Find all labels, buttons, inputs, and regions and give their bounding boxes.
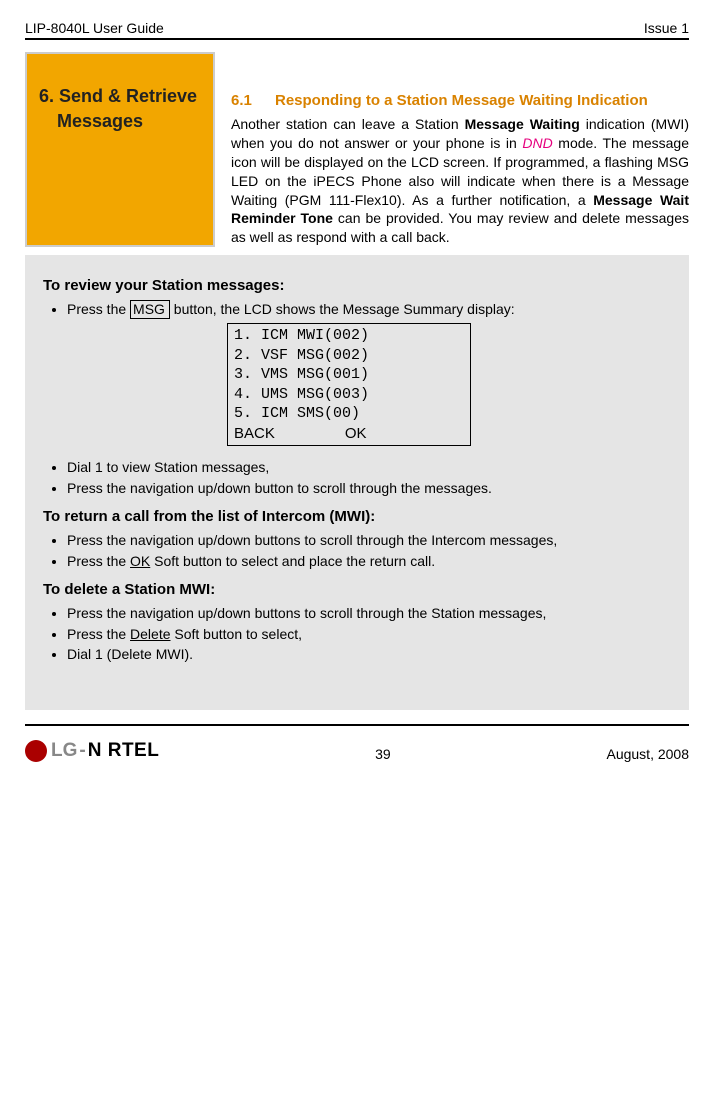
doc-title: LIP-8040L User Guide — [25, 20, 164, 36]
lcd-ok-button[interactable]: OK — [345, 424, 367, 444]
page-number: 39 — [159, 728, 606, 762]
lcd-back-button[interactable]: BACK — [234, 424, 275, 444]
delete-step-1: Press the navigation up/down buttons to … — [67, 604, 671, 623]
chapter-box: 6. Send & Retrieve Messages — [25, 52, 215, 247]
review-step-1: Press the MSG button, the LCD shows the … — [67, 300, 671, 446]
section-number: 6.1 — [231, 92, 261, 109]
intro-paragraph: Another station can leave a Station Mess… — [231, 115, 689, 247]
review-step-3: Press the navigation up/down button to s… — [67, 479, 671, 498]
return-step-1: Press the navigation up/down buttons to … — [67, 531, 671, 550]
msg-waiting-bold: Message Waiting — [465, 116, 580, 132]
section-heading: 6.1 Responding to a Station Message Wait… — [231, 92, 689, 109]
lcd-display: 1. ICM MWI(002) 2. VSF MSG(002) 3. VMS M… — [227, 323, 471, 446]
return-step-2: Press the OK Soft button to select and p… — [67, 552, 671, 571]
logo-nortel-text: N RTEL — [88, 740, 160, 762]
delete-step-2: Press the Delete Soft button to select, — [67, 625, 671, 644]
lcd-line-5: 5. ICM SMS(00) — [234, 404, 464, 424]
delete-step-3: Dial 1 (Delete MWI). — [67, 645, 671, 664]
page-header: LIP-8040L User Guide Issue 1 — [25, 20, 689, 40]
lcd-line-4: 4. UMS MSG(003) — [234, 385, 464, 405]
footer-date: August, 2008 — [606, 728, 689, 762]
msg-button[interactable]: MSG — [130, 300, 170, 319]
logo-lg-text: LG — [51, 740, 77, 762]
chapter-line-2: Messages — [39, 109, 205, 134]
return-call-heading: To return a call from the list of Interc… — [43, 508, 671, 525]
lcd-line-3: 3. VMS MSG(001) — [234, 365, 464, 385]
lg-nortel-logo: LG - N RTEL — [25, 740, 159, 762]
lcd-line-2: 2. VSF MSG(002) — [234, 346, 464, 366]
dnd-text: DND — [522, 135, 552, 151]
section-title: Responding to a Station Message Waiting … — [275, 92, 648, 109]
review-heading: To review your Station messages: — [43, 277, 671, 294]
delete-mwi-heading: To delete a Station MWI: — [43, 581, 671, 598]
chapter-line-1: 6. Send & Retrieve — [39, 84, 205, 109]
ok-soft-button[interactable]: OK — [130, 553, 150, 569]
page-footer: LG - N RTEL 39 August, 2008 — [25, 724, 689, 762]
lcd-line-1: 1. ICM MWI(002) — [234, 326, 464, 346]
instructions-box: To review your Station messages: Press t… — [25, 255, 689, 710]
review-step-2: Dial 1 to view Station messages, — [67, 458, 671, 477]
lg-logo-icon — [25, 740, 47, 762]
delete-soft-button[interactable]: Delete — [130, 626, 170, 642]
issue-label: Issue 1 — [644, 20, 689, 36]
